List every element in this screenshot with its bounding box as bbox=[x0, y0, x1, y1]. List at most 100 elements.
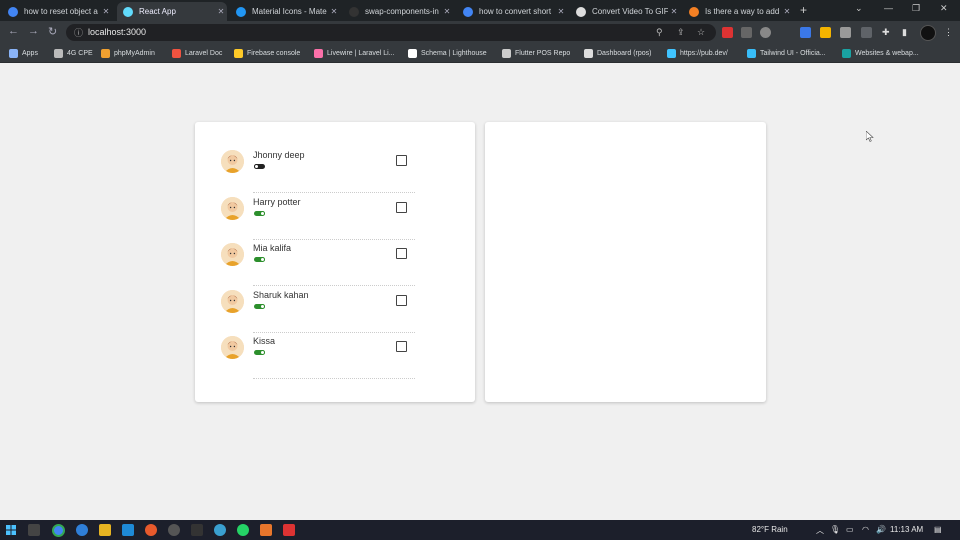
bookmark-item[interactable]: Livewire | Laravel Li... bbox=[314, 47, 395, 60]
status-toggle[interactable] bbox=[254, 257, 265, 262]
status-toggle[interactable] bbox=[254, 164, 265, 169]
person-name: Harry potter bbox=[253, 196, 301, 207]
list-item[interactable]: Sharuk kahan bbox=[221, 287, 415, 333]
apps-grid-icon bbox=[9, 49, 18, 58]
bookmark-label: Apps bbox=[22, 50, 38, 57]
close-tab-icon[interactable]: ✕ bbox=[555, 7, 567, 16]
bookmark-star-icon[interactable]: ☆ bbox=[697, 27, 705, 38]
wifi-icon[interactable]: ◠ bbox=[862, 525, 869, 534]
close-tab-icon[interactable]: ✕ bbox=[100, 7, 112, 16]
bookmark-item[interactable]: Laravel Doc bbox=[172, 47, 222, 60]
bookmark-item[interactable]: Flutter POS Repo bbox=[502, 47, 570, 60]
app-orange-taskbar-icon[interactable] bbox=[260, 524, 272, 536]
firebase-icon bbox=[234, 49, 243, 58]
toggle-knob bbox=[260, 210, 265, 216]
tab-title: React App bbox=[139, 7, 176, 16]
whatsapp-taskbar-icon[interactable] bbox=[237, 524, 249, 536]
list-item[interactable]: Harry potter bbox=[221, 194, 415, 240]
chrome-taskbar-icon[interactable] bbox=[52, 524, 65, 537]
back-button[interactable]: ← bbox=[8, 25, 19, 37]
extension-puzzle-icon[interactable] bbox=[861, 27, 872, 38]
extension-blue-icon[interactable] bbox=[800, 27, 811, 38]
drop-target-card[interactable] bbox=[485, 122, 766, 402]
select-checkbox[interactable] bbox=[396, 201, 407, 213]
select-checkbox[interactable] bbox=[396, 294, 407, 306]
github-icon bbox=[349, 6, 359, 17]
notification-icon[interactable]: ▤ bbox=[934, 525, 942, 534]
status-toggle[interactable] bbox=[254, 350, 265, 355]
close-tab-icon[interactable]: ✕ bbox=[441, 7, 453, 16]
list-item[interactable]: Jhonny deep bbox=[221, 147, 415, 193]
bookmark-item[interactable]: 4G CPE bbox=[54, 47, 93, 60]
laravel-icon bbox=[172, 49, 181, 58]
bookmark-item[interactable]: Websites & webap... bbox=[842, 47, 919, 60]
select-checkbox[interactable] bbox=[396, 248, 407, 259]
browser-tab[interactable]: swap-components-in ✕ bbox=[343, 2, 453, 21]
close-tab-icon[interactable]: ✕ bbox=[781, 7, 793, 16]
reload-button[interactable]: ↻ bbox=[48, 25, 57, 38]
bookmark-item[interactable]: Tailwind UI - Officia... bbox=[747, 47, 826, 60]
volume-icon[interactable]: 🔊 bbox=[876, 525, 886, 534]
edge-taskbar-icon[interactable] bbox=[76, 524, 88, 536]
new-tab-button[interactable]: + bbox=[800, 3, 807, 17]
explorer-taskbar-icon[interactable] bbox=[99, 524, 111, 536]
address-bar[interactable]: ⓘ localhost:3000 bbox=[66, 24, 716, 41]
bookmark-item[interactable]: Firebase console bbox=[234, 47, 300, 60]
side-panel-icon[interactable]: ▮ bbox=[902, 27, 907, 38]
extension-red-icon[interactable] bbox=[722, 27, 733, 38]
browser-tab[interactable]: how to convert short ✕ bbox=[457, 2, 567, 21]
bookmark-item[interactable]: phpMyAdmin bbox=[101, 47, 155, 60]
bookmark-item[interactable]: https://pub.dev/ bbox=[667, 47, 728, 60]
forward-button[interactable]: → bbox=[28, 25, 39, 37]
close-window-button[interactable]: ✕ bbox=[940, 3, 948, 14]
github-desktop-taskbar-icon[interactable] bbox=[168, 524, 180, 536]
browser-tab[interactable]: Material Icons - Mate ✕ bbox=[230, 2, 340, 21]
row-divider bbox=[253, 378, 415, 379]
status-toggle[interactable] bbox=[254, 210, 265, 216]
extension-s-icon[interactable] bbox=[840, 27, 851, 38]
zoom-icon[interactable]: ⚲ bbox=[656, 27, 663, 38]
screen-recorder-taskbar-icon[interactable] bbox=[283, 524, 295, 536]
browser-tab[interactable]: how to reset object a ✕ bbox=[2, 2, 112, 21]
tab-search-icon[interactable]: ⌄ bbox=[855, 3, 863, 14]
bookmark-label: Firebase console bbox=[247, 50, 301, 57]
browser-tab[interactable]: Convert Video To GIF ✕ bbox=[570, 2, 680, 21]
select-checkbox[interactable] bbox=[396, 341, 407, 352]
battery-icon: ▭ bbox=[846, 525, 854, 534]
browser-tab[interactable]: React App ✕ bbox=[117, 2, 227, 21]
bookmark-item[interactable]: Schema | Lighthouse bbox=[408, 47, 487, 60]
share-icon[interactable]: ⇪ bbox=[677, 27, 685, 38]
app-taskbar-icon[interactable] bbox=[214, 524, 226, 536]
close-tab-icon[interactable]: ✕ bbox=[668, 7, 680, 16]
list-item[interactable]: Mia kalifa bbox=[221, 240, 415, 286]
menu-icon[interactable]: ⋮ bbox=[944, 27, 953, 38]
stackoverflow-icon bbox=[689, 6, 699, 17]
vscode-taskbar-icon[interactable] bbox=[122, 524, 134, 536]
close-tab-icon[interactable]: ✕ bbox=[215, 7, 227, 16]
extensions-icon[interactable]: ✚ bbox=[882, 27, 890, 38]
person-avatar-icon bbox=[221, 336, 244, 359]
browser-tab[interactable]: Is there a way to add ✕ bbox=[683, 2, 793, 21]
postman-taskbar-icon[interactable] bbox=[145, 524, 157, 536]
terminal-taskbar-icon[interactable] bbox=[191, 524, 203, 536]
bookmark-item[interactable]: Apps bbox=[9, 47, 38, 60]
site-info-icon[interactable]: ⓘ bbox=[74, 26, 86, 38]
extension-color-icon[interactable] bbox=[820, 27, 831, 38]
select-checkbox[interactable] bbox=[396, 155, 407, 166]
microphone-icon[interactable]: 🎙 bbox=[830, 525, 840, 534]
minimize-button[interactable]: — bbox=[884, 3, 893, 13]
close-tab-icon[interactable]: ✕ bbox=[328, 7, 340, 16]
profile-avatar[interactable] bbox=[920, 25, 936, 41]
windows-start-icon[interactable] bbox=[6, 525, 16, 535]
restore-button[interactable]: ❐ bbox=[912, 3, 920, 14]
dollar-icon bbox=[842, 49, 851, 58]
task-view-icon[interactable] bbox=[28, 524, 40, 536]
weather-widget[interactable]: 82°F Rain bbox=[752, 525, 788, 534]
clock-text[interactable]: 11:13 AM bbox=[890, 525, 923, 534]
extension-circle-icon[interactable] bbox=[760, 27, 771, 38]
bookmark-item[interactable]: Dashboard (rpos) bbox=[584, 47, 651, 60]
list-item[interactable]: Kissa bbox=[221, 333, 415, 379]
status-toggle[interactable] bbox=[254, 303, 265, 309]
extension-gray-icon[interactable] bbox=[741, 27, 752, 38]
tray-chevron-icon[interactable]: ︿ bbox=[816, 525, 824, 536]
